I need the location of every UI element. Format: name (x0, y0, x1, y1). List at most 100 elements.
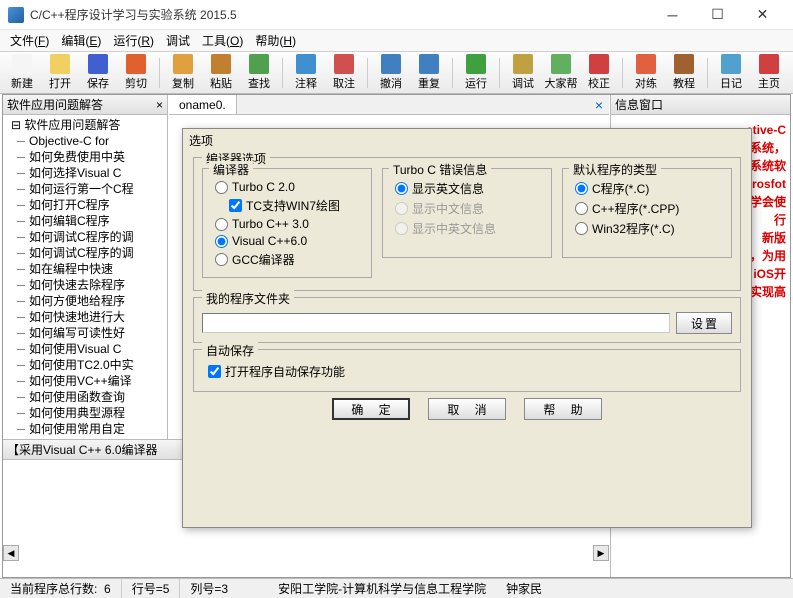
progtype-legend: 默认程序的类型 (569, 161, 661, 178)
tree-item[interactable]: 如何选择Visual C (11, 165, 167, 181)
left-panel-close-icon[interactable]: × (156, 98, 163, 112)
compiler-option[interactable]: GCC编译器 (215, 251, 365, 268)
tree-item[interactable]: 如何免费使用中英 (11, 149, 167, 165)
autosave-option[interactable]: 打开程序自动保存功能 (208, 363, 732, 380)
toolbar-重复[interactable]: 重复 (411, 54, 447, 92)
tree-item[interactable]: Objective-C for (11, 133, 167, 149)
autosave-checkbox[interactable] (208, 365, 221, 378)
menu-调试[interactable]: 调试 (160, 30, 196, 51)
toolbar-校正[interactable]: 校正 (581, 54, 617, 92)
tree-view[interactable]: 软件应用问题解答Objective-C for如何免费使用中英如何选择Visua… (3, 115, 167, 439)
scroll-left-icon[interactable]: ◀ (3, 545, 19, 561)
toolbar-icon (173, 54, 193, 74)
toolbar-粘贴[interactable]: 粘贴 (203, 54, 239, 92)
tree-item[interactable]: 如何使用典型源程 (11, 405, 167, 421)
menu-帮助[interactable]: 帮助(H) (249, 30, 302, 51)
toolbar-教程[interactable]: 教程 (666, 54, 702, 92)
toolbar-注释[interactable]: 注释 (288, 54, 324, 92)
menu-bar: 文件(F)编辑(E)运行(R)调试工具(O)帮助(H) (0, 30, 793, 52)
tree-item[interactable]: 如何打开C程序 (11, 197, 167, 213)
errorinfo-option: 显示中英文信息 (395, 220, 545, 237)
compiler-input[interactable] (215, 253, 228, 266)
editor-tab[interactable]: oname0. (169, 95, 237, 114)
menu-运行[interactable]: 运行(R) (107, 30, 160, 51)
compiler-option[interactable]: Visual C++6.0 (215, 234, 365, 248)
progtype-input[interactable] (575, 202, 588, 215)
folder-input[interactable] (202, 313, 670, 333)
status-linecount: 当前程序总行数: 6 (0, 579, 122, 598)
scroll-right-icon[interactable]: ▶ (593, 545, 609, 561)
tree-item[interactable]: 如何调试C程序的调 (11, 229, 167, 245)
toolbar-新建[interactable]: 新建 (4, 54, 40, 92)
tree-item[interactable]: 如何方便地给程序 (11, 293, 167, 309)
progtype-input[interactable] (575, 182, 588, 195)
menu-编辑[interactable]: 编辑(E) (55, 30, 107, 51)
cancel-button[interactable]: 取 消 (428, 398, 506, 420)
toolbar-保存[interactable]: 保存 (80, 54, 116, 92)
progtype-input[interactable] (575, 222, 588, 235)
tree-item[interactable]: 如何快速去除程序 (11, 277, 167, 293)
toolbar-label: 调试 (512, 75, 534, 91)
toolbar-label: 新建 (11, 75, 33, 91)
toolbar-大家帮[interactable]: 大家帮 (543, 54, 579, 92)
toolbar-label: 教程 (673, 75, 695, 91)
toolbar-复制[interactable]: 复制 (165, 54, 201, 92)
toolbar-icon (88, 54, 108, 74)
toolbar-label: 剪切 (125, 75, 147, 91)
tree-item[interactable]: 如何使用TC2.0中实 (11, 357, 167, 373)
progtype-option[interactable]: C++程序(*.CPP) (575, 200, 725, 217)
toolbar-icon (513, 54, 533, 74)
progtype-option[interactable]: C程序(*.C) (575, 180, 725, 197)
left-panel-title: 软件应用问题解答 (7, 96, 103, 113)
compiler-input[interactable] (215, 235, 228, 248)
toolbar-剪切[interactable]: 剪切 (118, 54, 154, 92)
toolbar-icon (334, 54, 354, 74)
toolbar-icon (12, 54, 32, 74)
toolbar-调试[interactable]: 调试 (505, 54, 541, 92)
tree-root[interactable]: 软件应用问题解答 (11, 117, 167, 133)
compiler-input[interactable] (229, 199, 242, 212)
compiler-option[interactable]: TC支持WIN7绘图 (229, 197, 365, 214)
status-col: 列号=3 (180, 579, 238, 598)
toolbar-取注[interactable]: 取注 (326, 54, 362, 92)
tab-close-icon[interactable]: × (595, 97, 603, 113)
toolbar-运行[interactable]: 运行 (458, 54, 494, 92)
compiler-option[interactable]: Turbo C 2.0 (215, 180, 365, 194)
toolbar-icon (466, 54, 486, 74)
errorinfo-input[interactable] (395, 182, 408, 195)
menu-文件[interactable]: 文件(F) (4, 30, 55, 51)
tree-item[interactable]: 如何调试C程序的调 (11, 245, 167, 261)
toolbar-label: 查找 (248, 75, 270, 91)
toolbar-撤消[interactable]: 撤消 (373, 54, 409, 92)
tree-item[interactable]: 如何使用VC++编译 (11, 373, 167, 389)
progtype-option[interactable]: Win32程序(*.C) (575, 220, 725, 237)
toolbar-打开[interactable]: 打开 (42, 54, 78, 92)
toolbar-主页[interactable]: 主页 (751, 54, 787, 92)
tree-item[interactable]: 如何使用函数查询 (11, 389, 167, 405)
maximize-button[interactable]: ☐ (695, 1, 740, 29)
tree-item[interactable]: 如何使用Visual C (11, 341, 167, 357)
tree-item[interactable]: 如何使用常用自定 (11, 421, 167, 437)
tree-item[interactable]: 如何快速地进行大 (11, 309, 167, 325)
folder-set-button[interactable]: 设置 (676, 312, 732, 334)
compiler-option[interactable]: Turbo C++ 3.0 (215, 217, 365, 231)
toolbar-查找[interactable]: 查找 (241, 54, 277, 92)
close-button[interactable]: ✕ (740, 1, 785, 29)
tree-item[interactable]: 如何编辑C程序 (11, 213, 167, 229)
compiler-input[interactable] (215, 181, 228, 194)
toolbar-icon (551, 54, 571, 74)
toolbar-对练[interactable]: 对练 (628, 54, 664, 92)
tree-item[interactable]: 如何编写可读性好 (11, 325, 167, 341)
toolbar-separator (707, 58, 708, 88)
toolbar-日记[interactable]: 日记 (713, 54, 749, 92)
option-label: Win32程序(*.C) (592, 220, 675, 237)
errorinfo-option[interactable]: 显示英文信息 (395, 180, 545, 197)
tree-item[interactable]: 如何运行第一个C程 (11, 181, 167, 197)
minimize-button[interactable]: ─ (650, 1, 695, 29)
ok-button[interactable]: 确 定 (332, 398, 410, 420)
menu-工具[interactable]: 工具(O) (196, 30, 249, 51)
tree-item[interactable]: 如在编程中快速 (11, 261, 167, 277)
compiler-input[interactable] (215, 218, 228, 231)
errorinfo-input (395, 202, 408, 215)
help-button[interactable]: 帮 助 (524, 398, 602, 420)
